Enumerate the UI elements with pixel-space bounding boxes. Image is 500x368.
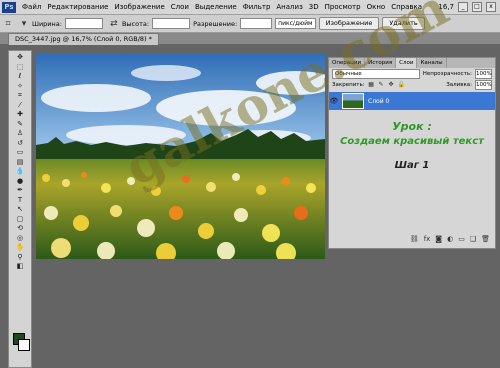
adjustment-layer-icon[interactable]: ◐: [447, 235, 453, 245]
zoom-tool-icon[interactable]: ⚲: [12, 253, 28, 263]
height-label: Высота:: [121, 19, 150, 28]
lock-position-icon[interactable]: ✥: [388, 81, 395, 88]
toolbox: ✥ ⬚ ℓ ✧ ⌗ ⁄ ✚ ✎ ♙ ↺ ▭ ▤ 💧 ● ✒ T ↖ ▢ ⟲ ◎ …: [8, 50, 32, 368]
healing-brush-tool-icon[interactable]: ✚: [12, 110, 28, 120]
menu-file[interactable]: Файл: [19, 3, 44, 11]
shape-tool-icon[interactable]: ▢: [12, 215, 28, 225]
hand-tool-icon[interactable]: ✋: [12, 243, 28, 253]
default-colors-icon[interactable]: ◧: [12, 262, 28, 272]
marquee-tool-icon[interactable]: ⬚: [12, 63, 28, 73]
background-color-swatch[interactable]: [18, 339, 30, 351]
menu-3d[interactable]: 3D: [306, 3, 322, 11]
close-button[interactable]: x: [486, 2, 496, 12]
new-group-icon[interactable]: ▭: [458, 235, 465, 245]
dropdown-arrow-icon[interactable]: ▾: [19, 19, 29, 29]
menu-image[interactable]: Изображение: [111, 3, 167, 11]
link-layers-icon[interactable]: ⛓: [410, 235, 419, 245]
resolution-unit-select[interactable]: пикс/дюйм: [275, 18, 316, 29]
magic-wand-tool-icon[interactable]: ✧: [12, 82, 28, 92]
layers-panel: Операции История Слои Каналы Обычные Неп…: [328, 57, 496, 249]
opacity-label: Непрозрачность:: [422, 70, 472, 77]
document-tab[interactable]: DSC_3447.jpg @ 16,7% (Слой 0, RGB/8) *: [8, 33, 159, 45]
layer-thumbnail: [342, 93, 364, 109]
crop-tool-icon[interactable]: ⌗: [12, 91, 28, 101]
menu-filter[interactable]: Фильтр: [240, 3, 274, 11]
eyedropper-tool-icon[interactable]: ⁄: [12, 101, 28, 111]
layer-name: Слой 0: [368, 97, 390, 105]
height-field[interactable]: [152, 18, 191, 29]
lock-all-icon[interactable]: 🔒: [398, 81, 405, 88]
lesson-step: Шаг 1: [394, 160, 430, 171]
layers-list-area: Урок : Создаем красивый текст Шаг 1: [329, 110, 495, 215]
fill-label: Заливка:: [446, 81, 472, 88]
pen-tool-icon[interactable]: ✒: [12, 186, 28, 196]
blur-tool-icon[interactable]: 💧: [12, 167, 28, 177]
lesson-subtitle: Создаем красивый текст: [340, 136, 484, 147]
menu-analysis[interactable]: Анализ: [273, 3, 305, 11]
lasso-tool-icon[interactable]: ℓ: [12, 72, 28, 82]
lesson-title: Урок :: [392, 120, 432, 133]
type-tool-icon[interactable]: T: [12, 196, 28, 206]
layer-row-selected[interactable]: 👁 Слой 0: [329, 92, 495, 110]
dodge-tool-icon[interactable]: ●: [12, 177, 28, 187]
layer-mask-icon[interactable]: ◙: [435, 235, 442, 245]
move-tool-icon[interactable]: ✥: [12, 53, 28, 63]
lock-transparency-icon[interactable]: ▦: [368, 81, 375, 88]
menu-view[interactable]: Просмотр: [322, 3, 364, 11]
visibility-eye-icon[interactable]: 👁: [329, 97, 339, 105]
history-brush-tool-icon[interactable]: ↺: [12, 139, 28, 149]
photoshop-logo: Ps: [2, 1, 16, 13]
resolution-label: Разрешение:: [193, 19, 238, 28]
maximize-button[interactable]: □: [472, 2, 482, 12]
opacity-field[interactable]: 100%: [475, 68, 492, 79]
menu-select[interactable]: Выделение: [192, 3, 240, 11]
lock-pixels-icon[interactable]: ✎: [378, 81, 385, 88]
fill-field[interactable]: 100%: [475, 79, 492, 90]
trash-icon[interactable]: 🗑: [481, 235, 490, 245]
panel-bottom-bar: ⛓ fx ◙ ◐ ▭ ❑ 🗑: [329, 235, 495, 245]
eraser-tool-icon[interactable]: ▭: [12, 148, 28, 158]
clone-stamp-tool-icon[interactable]: ♙: [12, 129, 28, 139]
3d-rotate-tool-icon[interactable]: ⟲: [12, 224, 28, 234]
gradient-tool-icon[interactable]: ▤: [12, 158, 28, 168]
minimize-button[interactable]: _: [458, 2, 468, 12]
width-label: Ширина:: [32, 19, 62, 28]
menu-layers[interactable]: Слои: [168, 3, 192, 11]
resolution-field[interactable]: [240, 18, 273, 29]
width-field[interactable]: [64, 18, 103, 29]
layer-style-icon[interactable]: fx: [424, 235, 431, 245]
brush-tool-icon[interactable]: ✎: [12, 120, 28, 130]
3d-orbit-tool-icon[interactable]: ◎: [12, 234, 28, 244]
menu-edit[interactable]: Редактирование: [44, 3, 111, 11]
crop-tool-icon[interactable]: ⌗: [3, 19, 13, 29]
swap-icon[interactable]: ⇄: [109, 19, 119, 29]
path-selection-tool-icon[interactable]: ↖: [12, 205, 28, 215]
new-layer-icon[interactable]: ❑: [470, 235, 476, 245]
tab-channels[interactable]: Каналы: [417, 58, 447, 68]
